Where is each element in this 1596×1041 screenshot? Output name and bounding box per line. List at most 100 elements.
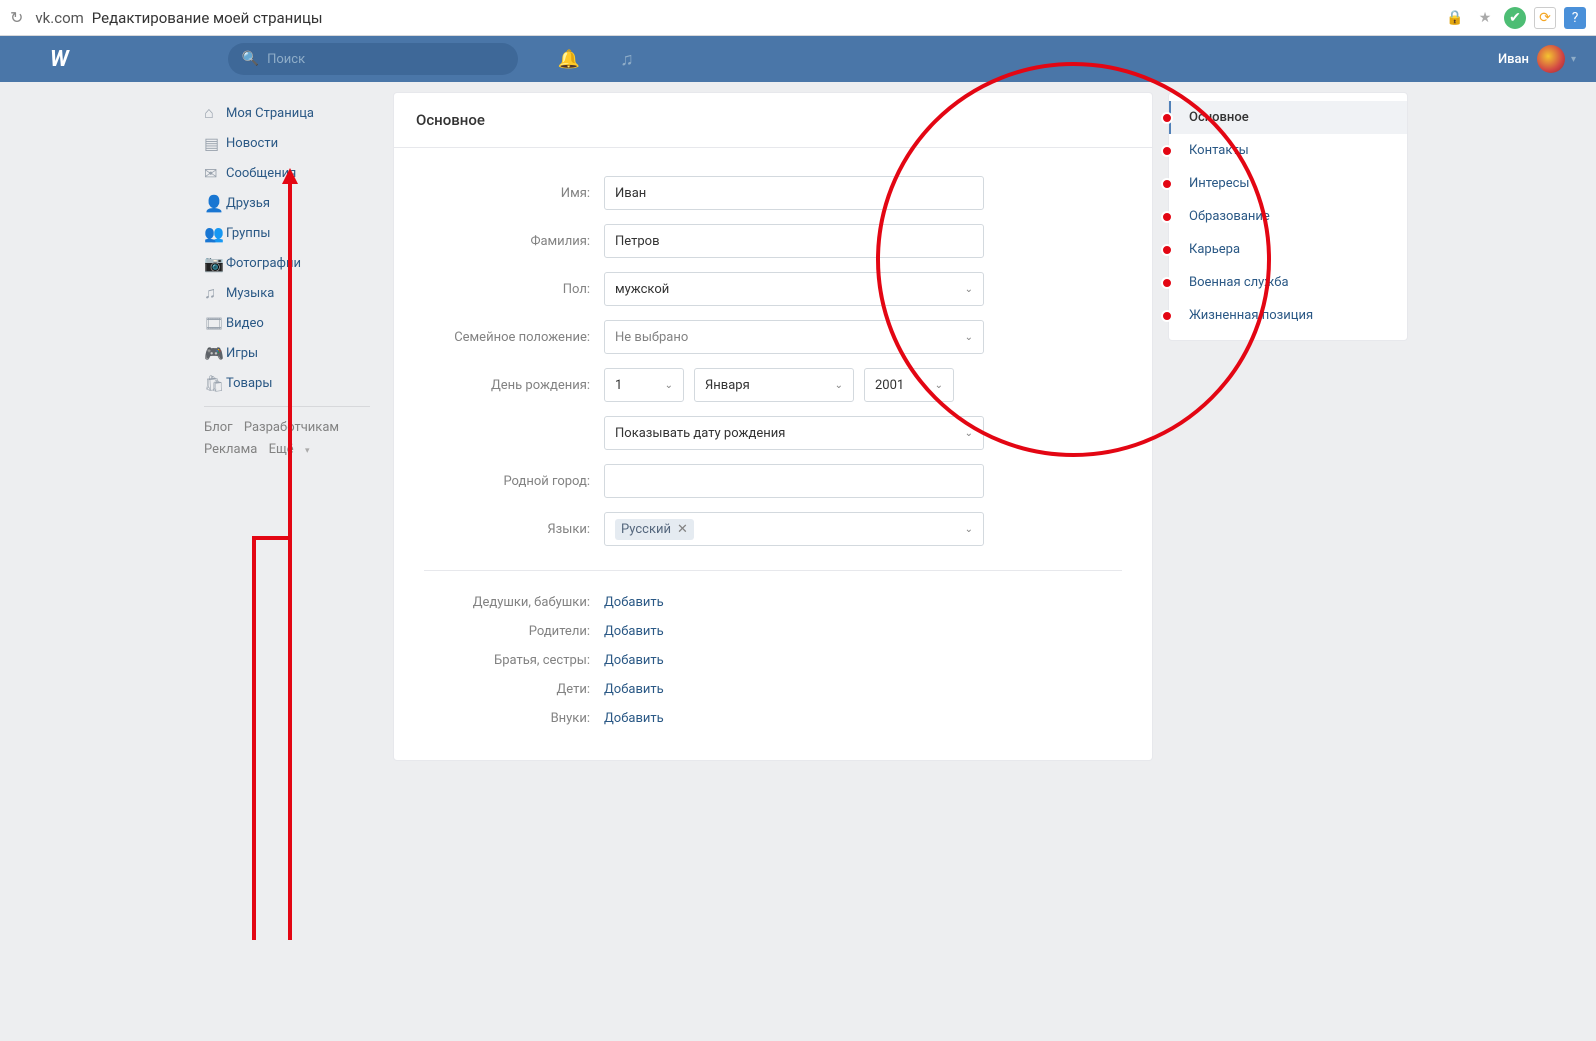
home-icon: ⌂ (204, 103, 226, 123)
nav-item-3[interactable]: 👤Друзья (196, 188, 378, 218)
nav-item-label: Игры (226, 346, 258, 361)
nav-item-7[interactable]: 🎞Видео (196, 308, 378, 338)
footer-more-link[interactable]: Ещё ▾ (269, 442, 318, 457)
nav-item-1[interactable]: ▤Новости (196, 128, 378, 158)
nav-item-label: Видео (226, 316, 264, 331)
dob-day-select[interactable]: 1⌄ (604, 368, 684, 402)
music-player-icon[interactable]: ♫ (620, 49, 634, 70)
chevron-down-icon: ⌄ (665, 380, 673, 391)
vk-logo[interactable]: W (50, 47, 68, 72)
nav-item-label: Музыка (226, 286, 274, 301)
nav-item-6[interactable]: ♫Музыка (196, 278, 378, 308)
nav-item-label: Группы (226, 226, 270, 241)
notifications-icon[interactable]: 🔔 (558, 49, 580, 70)
settings-tabs-panel: ОсновноеКонтактыИнтересыОбразованиеКарье… (1168, 92, 1408, 761)
extension-1-icon[interactable]: ⟳ (1534, 7, 1556, 29)
lock-icon[interactable]: 🔒 (1444, 7, 1466, 29)
footer-devs-link[interactable]: Разработчикам (244, 420, 339, 435)
nav-item-label: Фотографии (226, 256, 301, 271)
relative-label-3: Дети: (424, 682, 604, 697)
hometown-input[interactable] (604, 464, 984, 498)
nav-item-label: Новости (226, 136, 278, 151)
nav-item-2[interactable]: ✉Сообщения (196, 158, 378, 188)
nav-item-label: Товары (226, 376, 272, 391)
chevron-down-icon: ⌄ (965, 428, 973, 439)
settings-tab-2[interactable]: Интересы (1169, 167, 1407, 200)
dob-visibility-select[interactable]: Показывать дату рождения⌄ (604, 416, 984, 450)
relation-label: Семейное положение: (424, 330, 604, 345)
sex-select[interactable]: мужской⌄ (604, 272, 984, 306)
hometown-label: Родной город: (424, 474, 604, 489)
search-icon: 🔍 (242, 51, 259, 67)
last-name-input[interactable] (604, 224, 984, 258)
vk-header: W 🔍 🔔 ♫ Иван ▾ (0, 36, 1596, 82)
left-nav: ⌂Моя Страница▤Новости✉Сообщения👤Друзья👥Г… (188, 92, 378, 761)
nav-item-8[interactable]: 🎮Игры (196, 338, 378, 368)
messages-icon: ✉ (204, 164, 226, 183)
add-relative-link-4[interactable]: Добавить (604, 711, 664, 726)
section-title: Основное (394, 93, 1152, 148)
nav-item-4[interactable]: 👥Группы (196, 218, 378, 248)
reload-icon[interactable]: ↻ (10, 8, 23, 27)
browser-address-bar: ↻ vk.com Редактирование моей страницы 🔒 … (0, 0, 1596, 36)
add-relative-link-3[interactable]: Добавить (604, 682, 664, 697)
music-icon: ♫ (204, 283, 226, 303)
add-relative-link-2[interactable]: Добавить (604, 653, 664, 668)
nav-footer: Блог Разработчикам Реклама Ещё ▾ (196, 417, 378, 462)
search-input[interactable] (267, 52, 504, 67)
url-domain: vk.com (35, 9, 83, 27)
extension-2-icon[interactable]: ? (1564, 7, 1586, 29)
chevron-down-icon: ⌄ (835, 380, 843, 391)
add-relative-link-0[interactable]: Добавить (604, 595, 664, 610)
footer-blog-link[interactable]: Блог (204, 420, 233, 435)
market-icon: 🛍 (204, 374, 226, 393)
games-icon: 🎮 (204, 344, 226, 363)
nav-item-5[interactable]: 📷Фотографии (196, 248, 378, 278)
chevron-down-icon: ▾ (1571, 54, 1576, 65)
news-icon: ▤ (204, 134, 226, 153)
settings-tab-3[interactable]: Образование (1169, 200, 1407, 233)
relative-label-2: Братья, сестры: (424, 653, 604, 668)
settings-tab-5[interactable]: Военная служба (1169, 266, 1407, 299)
photos-icon: 📷 (204, 254, 226, 273)
nav-separator (204, 406, 370, 407)
languages-label: Языки: (424, 522, 604, 537)
first-name-input[interactable] (604, 176, 984, 210)
friends-icon: 👤 (204, 194, 226, 213)
relative-label-0: Дедушки, бабушки: (424, 595, 604, 610)
dob-year-select[interactable]: 2001⌄ (864, 368, 954, 402)
remove-language-icon[interactable]: ✕ (677, 522, 688, 537)
language-token[interactable]: Русский✕ (615, 519, 694, 540)
chevron-down-icon: ⌄ (935, 380, 943, 391)
footer-ads-link[interactable]: Реклама (204, 442, 257, 457)
chevron-down-icon: ⌄ (965, 524, 973, 535)
add-relative-link-1[interactable]: Добавить (604, 624, 664, 639)
relative-label-1: Родители: (424, 624, 604, 639)
nav-item-0[interactable]: ⌂Моя Страница (196, 98, 378, 128)
nav-item-label: Моя Страница (226, 106, 314, 121)
relation-select[interactable]: Не выбрано⌄ (604, 320, 984, 354)
settings-tab-6[interactable]: Жизненная позиция (1169, 299, 1407, 332)
languages-select[interactable]: Русский✕ ⌄ (604, 512, 984, 546)
search-box[interactable]: 🔍 (228, 43, 518, 75)
groups-icon: 👥 (204, 224, 226, 243)
settings-tab-0[interactable]: Основное (1169, 101, 1407, 134)
sex-label: Пол: (424, 282, 604, 297)
dob-month-select[interactable]: Января⌄ (694, 368, 854, 402)
nav-item-9[interactable]: 🛍Товары (196, 368, 378, 398)
star-icon[interactable]: ★ (1474, 7, 1496, 29)
avatar (1537, 45, 1565, 73)
settings-tab-1[interactable]: Контакты (1169, 134, 1407, 167)
nav-item-label: Друзья (226, 196, 270, 211)
extension-shield-icon[interactable]: ✔ (1504, 7, 1526, 29)
header-user-menu[interactable]: Иван ▾ (1498, 45, 1576, 73)
last-name-label: Фамилия: (424, 234, 604, 249)
dob-label: День рождения: (424, 378, 604, 393)
video-icon: 🎞 (204, 314, 226, 333)
relative-label-4: Внуки: (424, 711, 604, 726)
settings-tab-4[interactable]: Карьера (1169, 233, 1407, 266)
first-name-label: Имя: (424, 186, 604, 201)
nav-item-label: Сообщения (226, 166, 296, 181)
page-title-in-url: Редактирование моей страницы (92, 9, 323, 27)
chevron-down-icon: ⌄ (965, 284, 973, 295)
